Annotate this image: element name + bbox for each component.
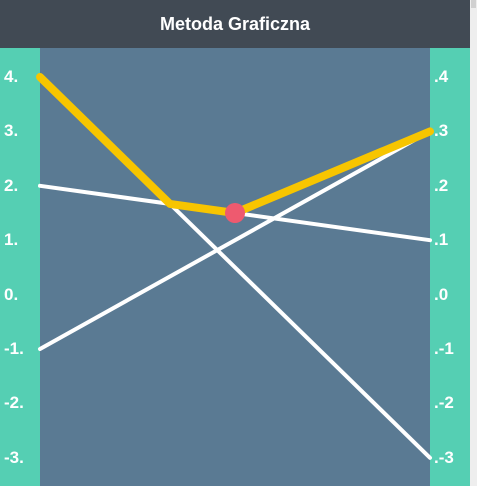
constraint-line-2	[38, 129, 432, 351]
app-window: Metoda Graficzna 4. 3. 2. 1. 0. -1. -2. …	[0, 0, 470, 486]
scrollbar-thumb[interactable]	[471, 0, 476, 8]
optimum-point	[225, 203, 245, 223]
graph-canvas	[36, 73, 434, 460]
scrollbar-track[interactable]	[470, 0, 477, 486]
